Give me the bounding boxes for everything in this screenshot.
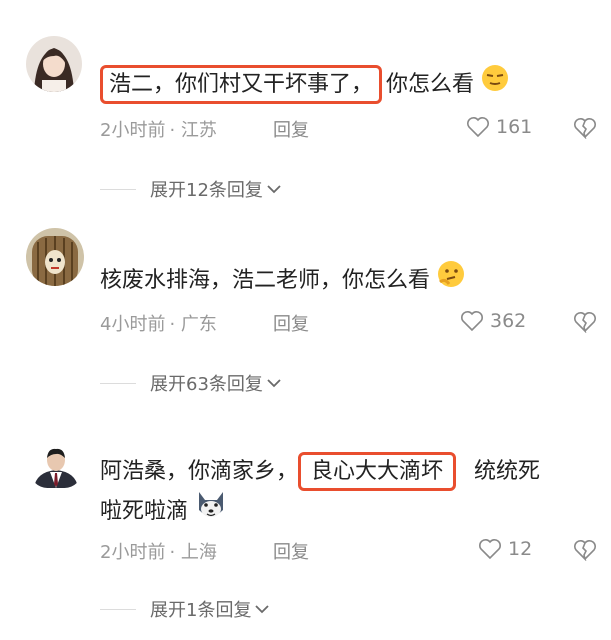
chevron-down-icon bbox=[267, 379, 281, 388]
comment-text: 浩二，你们村又干坏事了， 你怎么看 bbox=[100, 64, 509, 106]
like-count: 161 bbox=[496, 116, 533, 138]
like-button[interactable]: 362 bbox=[460, 310, 526, 332]
heart-icon bbox=[461, 311, 483, 332]
comment-text-line2: 啦死啦滴 bbox=[100, 490, 227, 534]
dislike-button[interactable] bbox=[573, 311, 597, 337]
avatar[interactable] bbox=[26, 228, 84, 286]
husky-dog-emoji bbox=[195, 490, 227, 534]
comment-text: 核废水排海，浩二老师，你怎么看 bbox=[100, 260, 465, 302]
comment-meta: 2小时前 · 江苏 bbox=[100, 116, 217, 142]
comment-text-part: 阿浩桑，你滴家乡， bbox=[100, 459, 299, 484]
highlighted-text: 良心大大滴坏 bbox=[298, 452, 457, 491]
broken-heart-icon bbox=[574, 540, 596, 562]
highlighted-text: 浩二，你们村又干坏事了， bbox=[100, 65, 383, 104]
comment-text: 阿浩桑，你滴家乡， 良心大大滴坏 统统死 bbox=[100, 452, 540, 492]
like-count: 12 bbox=[508, 538, 533, 560]
location: · 上海 bbox=[169, 542, 217, 563]
like-count: 362 bbox=[490, 310, 527, 332]
broken-heart-icon bbox=[574, 312, 596, 334]
timestamp: 2小时前 bbox=[100, 542, 166, 563]
timestamp: 2小时前 bbox=[100, 120, 166, 141]
dislike-button[interactable] bbox=[573, 539, 597, 565]
thinking-emoji bbox=[437, 260, 465, 302]
comment-meta: 4小时前 · 广东 bbox=[100, 310, 217, 336]
expand-replies[interactable]: 展开1条回复 bbox=[100, 596, 270, 622]
like-button[interactable]: 161 bbox=[466, 116, 532, 138]
expand-label: 展开1条回复 bbox=[150, 600, 252, 621]
broken-heart-icon bbox=[574, 118, 596, 140]
divider bbox=[100, 608, 136, 610]
wry-smile-emoji bbox=[481, 64, 509, 106]
comment-text-part: 啦死啦滴 bbox=[100, 499, 189, 524]
comment-meta: 2小时前 · 上海 bbox=[100, 538, 217, 564]
comment-text-rest: 你怎么看 bbox=[386, 72, 475, 97]
dislike-button[interactable] bbox=[573, 117, 597, 143]
divider bbox=[100, 188, 136, 190]
location: · 江苏 bbox=[169, 120, 217, 141]
heart-icon bbox=[479, 539, 501, 560]
divider bbox=[100, 382, 136, 384]
heart-icon bbox=[467, 117, 489, 138]
expand-replies[interactable]: 展开63条回复 bbox=[100, 370, 282, 396]
like-button[interactable]: 12 bbox=[478, 538, 532, 560]
comment-text-line: 核废水排海，浩二老师，你怎么看 bbox=[100, 268, 431, 293]
chevron-down-icon bbox=[267, 185, 281, 194]
timestamp: 4小时前 bbox=[100, 314, 166, 335]
avatar[interactable] bbox=[26, 36, 82, 92]
expand-replies[interactable]: 展开12条回复 bbox=[100, 176, 282, 202]
avatar[interactable] bbox=[30, 448, 82, 488]
reply-button[interactable]: 回复 bbox=[273, 310, 309, 336]
reply-button[interactable]: 回复 bbox=[273, 116, 309, 142]
comment-text-part: 统统死 bbox=[474, 459, 541, 484]
chevron-down-icon bbox=[255, 605, 270, 614]
location: · 广东 bbox=[169, 314, 217, 335]
reply-button[interactable]: 回复 bbox=[273, 538, 309, 564]
expand-label: 展开12条回复 bbox=[150, 180, 263, 201]
expand-label: 展开63条回复 bbox=[150, 374, 263, 395]
